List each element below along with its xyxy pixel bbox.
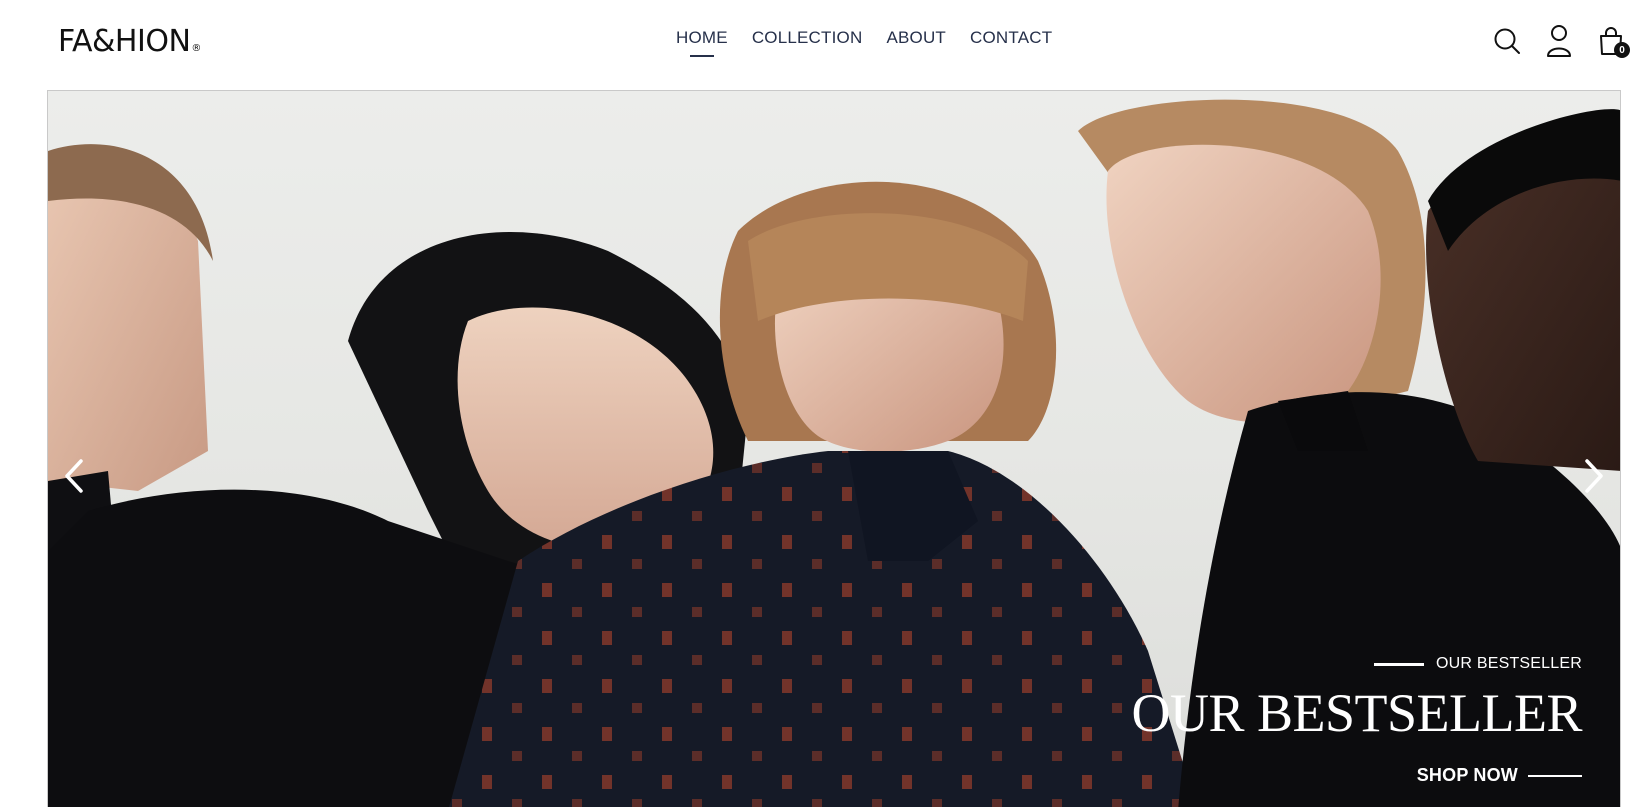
- hero-caption: OUR BESTSELLER OUR BESTSELLER SHOP NOW: [1022, 647, 1582, 807]
- nav-item-about[interactable]: ABOUT: [886, 26, 946, 50]
- nav-item-home[interactable]: HOME: [676, 26, 728, 50]
- main-nav: HOME COLLECTION ABOUT CONTACT: [676, 26, 1052, 50]
- search-button[interactable]: [1492, 24, 1522, 58]
- shop-now-button[interactable]: SHOP NOW: [1417, 765, 1582, 786]
- cta-divider: [1528, 774, 1582, 777]
- site-header: FA&HION® HOME COLLECTION ABOUT CONTACT 0: [0, 0, 1652, 90]
- search-icon: [1494, 28, 1520, 54]
- nav-item-contact[interactable]: CONTACT: [970, 26, 1052, 50]
- hero-eyebrow: OUR BESTSELLER: [1374, 655, 1582, 673]
- header-actions: 0: [1492, 24, 1630, 58]
- user-icon: [1547, 25, 1571, 57]
- brand-logo[interactable]: FA&HION®: [58, 24, 201, 67]
- slider-next-button[interactable]: [1574, 451, 1614, 501]
- nav-item-collection[interactable]: COLLECTION: [752, 26, 863, 50]
- chevron-left-icon: [65, 459, 83, 493]
- account-button[interactable]: [1544, 24, 1574, 58]
- shop-now-label: SHOP NOW: [1416, 765, 1518, 785]
- cart-button[interactable]: 0: [1596, 24, 1630, 58]
- chevron-right-icon: [1585, 459, 1603, 493]
- hero-headline: OUR BESTSELLER: [1131, 683, 1582, 743]
- hero-slider: OUR BESTSELLER OUR BESTSELLER SHOP NOW: [47, 90, 1621, 807]
- logo-registered-mark: ®: [191, 43, 201, 54]
- slider-prev-button[interactable]: [54, 451, 94, 501]
- eyebrow-divider: [1374, 662, 1425, 666]
- hero-eyebrow-text: OUR BESTSELLER: [1436, 655, 1582, 672]
- logo-text: FA&HION: [58, 24, 191, 59]
- cart-count-badge: 0: [1614, 42, 1630, 58]
